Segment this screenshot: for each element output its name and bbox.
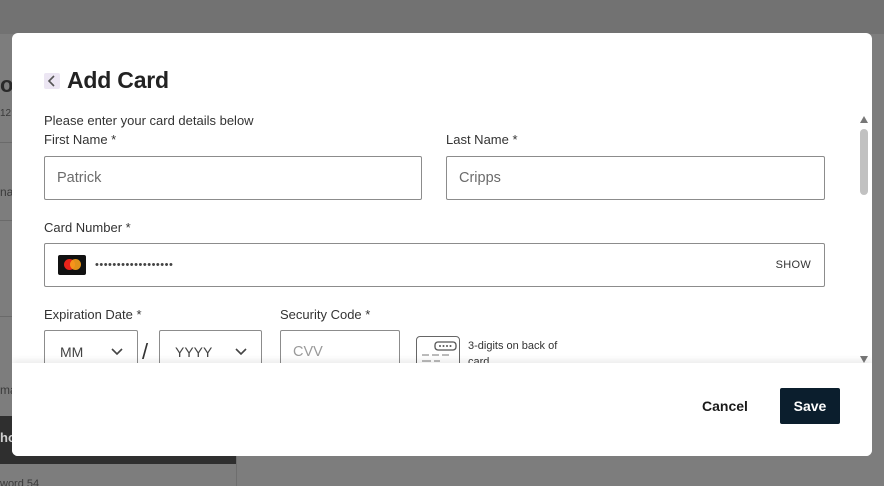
scroll-thumb[interactable] xyxy=(860,129,868,195)
card-number-field[interactable]: •••••••••••••••••• SHOW xyxy=(44,243,825,287)
expiration-year-value: YYYY xyxy=(175,344,213,360)
last-name-label: Last Name * xyxy=(446,132,518,147)
modal-footer: Cancel Save xyxy=(12,363,872,456)
security-code-label: Security Code * xyxy=(280,307,371,322)
background-divider xyxy=(0,316,12,317)
form-intro: Please enter your card details below xyxy=(44,113,254,128)
chevron-down-icon xyxy=(111,348,123,356)
cancel-button[interactable]: Cancel xyxy=(702,398,748,414)
security-code-field[interactable]: CVV xyxy=(280,330,400,363)
save-button[interactable]: Save xyxy=(780,388,840,424)
show-card-number-button[interactable]: SHOW xyxy=(776,259,811,271)
chevron-left-icon xyxy=(47,74,55,87)
card-back-icon xyxy=(416,336,460,363)
card-number-label: Card Number * xyxy=(44,220,131,235)
background-divider xyxy=(236,456,237,486)
security-code-placeholder: CVV xyxy=(293,344,323,360)
first-name-label: First Name * xyxy=(44,132,117,147)
form-scroll-area: Please enter your card details below Fir… xyxy=(12,109,872,363)
chevron-down-icon xyxy=(235,348,247,356)
expiration-year-select[interactable]: YYYY xyxy=(159,330,262,363)
last-name-field[interactable]: Cripps xyxy=(446,156,825,200)
card-number-masked: •••••••••••••••••• xyxy=(95,259,174,271)
first-name-placeholder: Patrick xyxy=(57,170,102,186)
background-divider xyxy=(0,220,12,221)
expiration-date-label: Expiration Date * xyxy=(44,307,142,322)
expiration-month-select[interactable]: MM xyxy=(44,330,138,363)
first-name-field[interactable]: Patrick xyxy=(44,156,422,200)
background-text-fragment: 12 xyxy=(0,108,12,119)
expiration-separator: / xyxy=(142,339,149,363)
background-topbar xyxy=(0,0,884,34)
expiration-month-value: MM xyxy=(60,344,84,360)
add-card-modal: Add Card Please enter your card details … xyxy=(12,33,872,456)
background-divider xyxy=(0,142,12,143)
modal-header: Add Card xyxy=(44,67,169,94)
background-text-fragment: word 54 xyxy=(0,478,40,486)
back-button[interactable] xyxy=(44,72,60,89)
form-scrollbar[interactable] xyxy=(857,113,871,363)
security-code-hint: 3-digits on back of card xyxy=(468,340,558,363)
last-name-placeholder: Cripps xyxy=(459,170,501,186)
scroll-down-arrow[interactable] xyxy=(860,356,868,363)
scroll-up-arrow[interactable] xyxy=(860,116,868,123)
mastercard-icon xyxy=(58,255,86,275)
modal-title: Add Card xyxy=(67,67,169,93)
